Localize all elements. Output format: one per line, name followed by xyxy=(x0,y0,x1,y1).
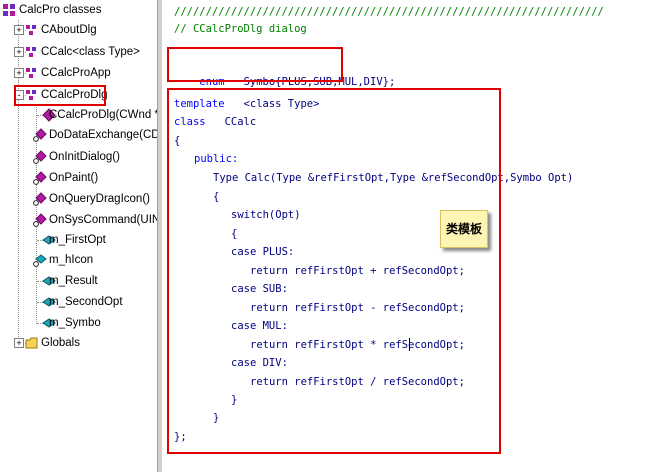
highlight-box-selected-class xyxy=(14,85,106,106)
protected-method-icon xyxy=(33,192,47,206)
folder-icon xyxy=(25,337,38,349)
separator-comment: ////////////////////////////////////////… xyxy=(174,6,604,18)
tree-member-item[interactable]: OnPaint() xyxy=(0,169,157,187)
expand-icon[interactable]: + xyxy=(14,68,24,78)
protected-method-icon xyxy=(33,171,47,185)
protected-method-icon xyxy=(33,128,47,142)
protected-method-icon xyxy=(33,150,47,164)
class-icon xyxy=(26,47,36,57)
tree-member-item[interactable]: m_FirstOpt xyxy=(0,231,157,249)
class-view-root-icon xyxy=(3,4,15,16)
tree-member-item[interactable]: m_hIcon xyxy=(0,251,157,269)
protected-variable-icon xyxy=(33,254,47,267)
tree-class-item[interactable]: + CCalcProApp xyxy=(0,64,157,82)
tree-class-label: CCalcProApp xyxy=(41,67,111,79)
tree-class-label: CCalc<class Type> xyxy=(41,46,140,58)
tree-class-label: CAboutDlg xyxy=(41,24,97,36)
protected-method-icon xyxy=(33,213,47,227)
tree-class-item[interactable]: + CAboutDlg xyxy=(0,21,157,39)
highlight-box-enum xyxy=(167,47,343,82)
tree-member-item[interactable]: m_Result xyxy=(0,272,157,290)
tree-member-label: OnPaint() xyxy=(49,172,99,184)
expand-icon[interactable]: + xyxy=(14,338,24,348)
tree-member-item[interactable]: OnSysCommand(UINT nID, xyxy=(0,211,157,229)
dialog-comment: // CCalcProDlg dialog xyxy=(174,23,307,35)
tree-member-label: m_FirstOpt xyxy=(49,234,106,246)
highlight-box-class-template xyxy=(167,88,501,454)
tree-member-label: OnQueryDragIcon() xyxy=(49,193,150,205)
class-icon xyxy=(26,25,36,35)
class-view-tree[interactable]: CalcPro classes + CAboutDlg + CCalc<clas… xyxy=(0,0,157,472)
tree-member-label: OnSysCommand(UINT nID, xyxy=(49,214,157,226)
tree-globals-item[interactable]: + Globals xyxy=(0,334,157,352)
tree-member-item[interactable]: OnQueryDragIcon() xyxy=(0,190,157,208)
expand-icon[interactable]: + xyxy=(14,25,24,35)
tree-root-label: CalcPro classes xyxy=(19,4,102,16)
tree-member-label: m_Symbo xyxy=(49,317,101,329)
tree-member-item[interactable]: OnInitDialog() xyxy=(0,148,157,166)
tree-member-item[interactable]: DoDataExchange(CDataExc xyxy=(0,126,157,144)
tree-member-label: OnInitDialog() xyxy=(49,151,120,163)
class-icon xyxy=(26,68,36,78)
code-editor[interactable]: ////////////////////////////////////////… xyxy=(162,0,648,472)
tree-class-item[interactable]: + CCalc<class Type> xyxy=(0,43,157,61)
tree-member-label: m_SecondOpt xyxy=(49,296,123,308)
tree-member-item[interactable]: CCalcProDlg(CWnd *pParen xyxy=(0,106,157,124)
tree-member-label: DoDataExchange(CDataExc xyxy=(49,129,157,141)
expand-icon[interactable]: + xyxy=(14,47,24,57)
annotation-note-class-template: 类模板 xyxy=(440,210,488,248)
tree-member-label: m_hIcon xyxy=(49,254,94,266)
tree-globals-label: Globals xyxy=(41,337,80,349)
tree-member-item[interactable]: m_SecondOpt xyxy=(0,293,157,311)
tree-member-label: m_Result xyxy=(49,275,98,287)
tree-member-item[interactable]: m_Symbo xyxy=(0,314,157,332)
tree-member-label: CCalcProDlg(CWnd *pParen xyxy=(49,109,157,121)
